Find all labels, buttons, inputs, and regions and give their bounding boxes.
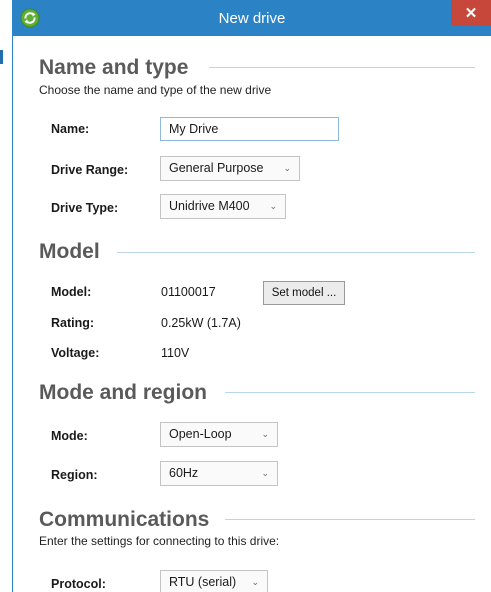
- title-bar[interactable]: New drive ✕: [13, 0, 491, 36]
- section-description: Enter the settings for connecting to thi…: [39, 534, 280, 548]
- drive-type-dropdown[interactable]: Unidrive M400 ⌄: [160, 194, 286, 219]
- chevron-down-icon: ⌄: [261, 429, 269, 439]
- section-divider: [117, 252, 475, 253]
- rating-label: Rating:: [51, 316, 95, 330]
- set-model-button[interactable]: Set model ...: [263, 281, 345, 305]
- chevron-down-icon: ⌄: [261, 468, 269, 478]
- mode-dropdown[interactable]: Open-Loop ⌄: [160, 422, 278, 447]
- drive-range-value: General Purpose: [169, 161, 264, 175]
- chevron-down-icon: ⌄: [269, 201, 277, 211]
- voltage-label: Voltage:: [51, 346, 100, 360]
- chevron-down-icon: ⌄: [283, 163, 291, 173]
- background-window-fragment: [0, 50, 3, 64]
- section-heading-name-and-type: Name and type: [39, 56, 189, 79]
- close-button[interactable]: ✕: [451, 0, 491, 26]
- protocol-label: Protocol:: [51, 577, 106, 591]
- region-dropdown[interactable]: 60Hz ⌄: [160, 461, 278, 486]
- protocol-value: RTU (serial): [169, 575, 237, 589]
- section-divider: [225, 519, 475, 520]
- region-label: Region:: [51, 468, 98, 482]
- background-window-edge: [0, 0, 14, 592]
- drive-type-label: Drive Type:: [51, 201, 119, 215]
- rating-value: 0.25kW (1.7A): [161, 316, 241, 330]
- model-value: 01100017: [161, 285, 216, 299]
- section-heading-communications: Communications: [39, 508, 210, 531]
- drive-range-label: Drive Range:: [51, 163, 129, 177]
- region-value: 60Hz: [169, 466, 199, 480]
- drive-range-dropdown[interactable]: General Purpose ⌄: [160, 156, 300, 181]
- section-heading-model: Model: [39, 240, 100, 263]
- section-heading-mode-and-region: Mode and region: [39, 381, 207, 404]
- mode-label: Mode:: [51, 429, 88, 443]
- new-drive-dialog: New drive ✕ Name and type Choose the nam…: [13, 0, 491, 592]
- name-input[interactable]: My Drive: [160, 117, 339, 141]
- name-label: Name:: [51, 122, 90, 136]
- drive-type-value: Unidrive M400: [169, 199, 250, 213]
- window-title: New drive: [218, 10, 286, 27]
- chevron-down-icon: ⌄: [251, 577, 259, 587]
- voltage-value: 110V: [161, 346, 190, 360]
- close-icon: ✕: [464, 5, 478, 22]
- section-divider: [225, 392, 475, 393]
- protocol-dropdown[interactable]: RTU (serial) ⌄: [160, 570, 268, 592]
- section-description: Choose the name and type of the new driv…: [39, 83, 272, 97]
- mode-value: Open-Loop: [169, 427, 232, 441]
- section-divider: [209, 67, 475, 68]
- model-label: Model:: [51, 285, 92, 299]
